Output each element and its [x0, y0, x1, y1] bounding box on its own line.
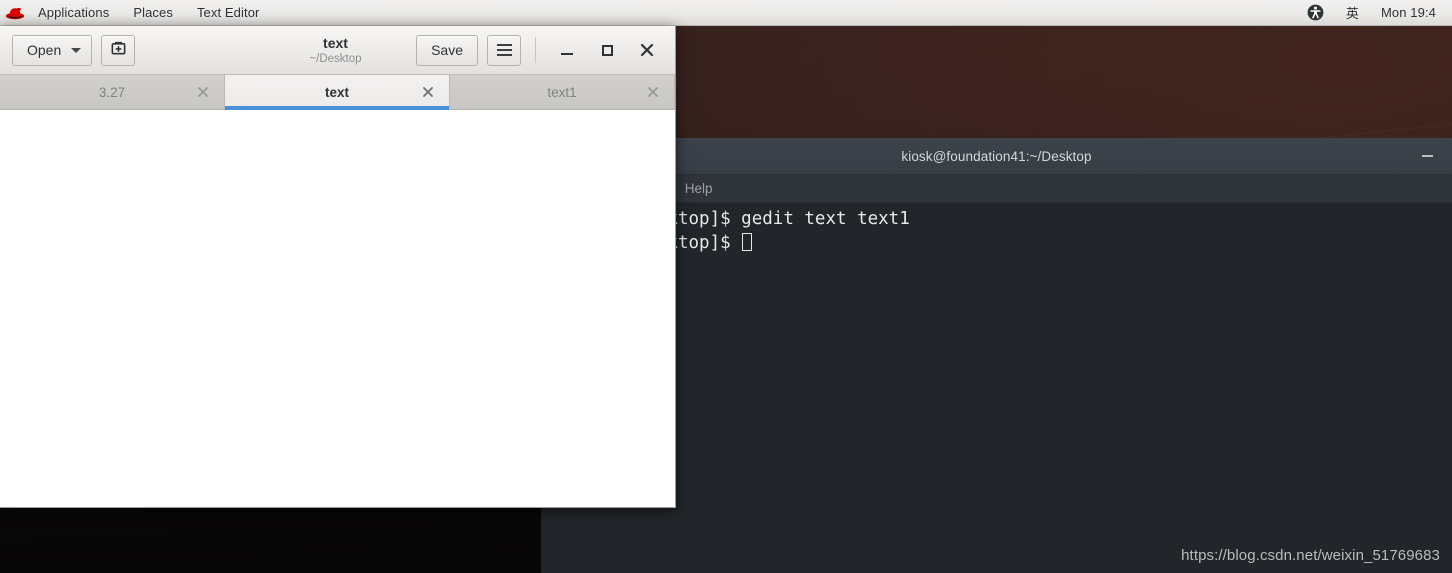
gedit-tab-bar: 3.27 text text1 — [0, 75, 675, 110]
close-icon — [640, 43, 654, 57]
clock-label: Mon 19:4 — [1380, 5, 1436, 20]
terminal-menubar: Search Terminal Help — [541, 175, 1452, 203]
minimize-icon — [561, 52, 573, 55]
tab-text1[interactable]: text1 — [450, 75, 675, 109]
tab-underline — [450, 106, 674, 110]
redhat-logo-icon — [4, 0, 26, 26]
gedit-document-path: ~/Desktop — [309, 52, 362, 65]
tab-3-27[interactable]: 3.27 — [0, 75, 225, 109]
terminal-minimize-button[interactable] — [1416, 147, 1438, 165]
tab-label: 3.27 — [98, 84, 126, 100]
save-button-label: Save — [431, 42, 463, 58]
terminal-prompt-line: dation41 Desktop]$ — [541, 231, 1452, 255]
new-document-icon — [110, 40, 127, 60]
terminal-titlebar: kiosk@foundation41:~/Desktop — [541, 138, 1452, 175]
open-button-label: Open — [27, 42, 62, 58]
tab-underline — [0, 106, 224, 110]
top-panel-places-menu[interactable]: Places — [121, 0, 185, 25]
terminal-line: dation41 Desktop]$ gedit text text1 — [541, 209, 910, 229]
open-button[interactable]: Open — [12, 34, 93, 66]
terminal-menu-help[interactable]: Help — [675, 175, 723, 203]
headerbar-separator — [535, 37, 536, 63]
places-label: Places — [133, 5, 173, 20]
active-app-label: Text Editor — [196, 5, 260, 20]
tab-underline — [225, 106, 449, 110]
tab-close-icon[interactable] — [421, 85, 435, 99]
hamburger-menu-button[interactable] — [487, 34, 521, 66]
gedit-headerbar: Open text ~/Desktop Save — [0, 26, 675, 75]
gedit-document-title: text — [323, 34, 348, 51]
gnome-top-panel: Applications Places Text Editor 英 Mon 19… — [0, 0, 1452, 26]
window-close-button[interactable] — [627, 33, 667, 67]
maximize-icon — [601, 44, 613, 56]
gedit-text-editor[interactable] — [0, 110, 675, 506]
top-panel-left-group: Applications Places Text Editor — [0, 0, 271, 25]
terminal-output-area[interactable]: dation41 Desktop]$ gedit text text1 dati… — [541, 203, 1452, 572]
top-panel-active-app-menu[interactable]: Text Editor — [185, 0, 272, 25]
gedit-header-right-group: Save — [416, 33, 667, 67]
window-minimize-button[interactable] — [547, 33, 587, 67]
new-document-button[interactable] — [101, 34, 136, 66]
top-panel-right-group: 英 Mon 19:4 — [1297, 0, 1452, 25]
tab-label: text1 — [547, 84, 577, 100]
gedit-window[interactable]: Open text ~/Desktop Save 3.27 text text1 — [0, 26, 676, 508]
window-maximize-button[interactable] — [587, 33, 627, 67]
tab-close-icon[interactable] — [196, 85, 210, 99]
hamburger-menu-icon — [496, 44, 512, 56]
watermark-text: https://blog.csdn.net/weixin_51769683 — [1181, 547, 1440, 564]
tab-text[interactable]: text — [225, 75, 450, 110]
terminal-title: kiosk@foundation41:~/Desktop — [901, 148, 1092, 164]
tab-close-icon[interactable] — [646, 85, 660, 99]
input-method-indicator[interactable]: 英 — [1336, 0, 1369, 25]
chevron-down-icon — [71, 47, 82, 53]
save-button[interactable]: Save — [416, 34, 478, 66]
input-method-label: 英 — [1345, 6, 1359, 21]
tab-label: text — [324, 84, 349, 100]
accessibility-icon — [1307, 4, 1324, 21]
terminal-cursor — [742, 233, 753, 251]
clock-menu-button[interactable]: Mon 19:4 — [1371, 0, 1446, 25]
applications-label: Applications — [38, 5, 110, 20]
accessibility-menu-button[interactable] — [1297, 0, 1334, 25]
terminal-window[interactable]: kiosk@foundation41:~/Desktop Search Term… — [541, 138, 1452, 573]
top-panel-applications-menu[interactable]: Applications — [26, 0, 121, 25]
minimize-icon — [1421, 155, 1433, 157]
